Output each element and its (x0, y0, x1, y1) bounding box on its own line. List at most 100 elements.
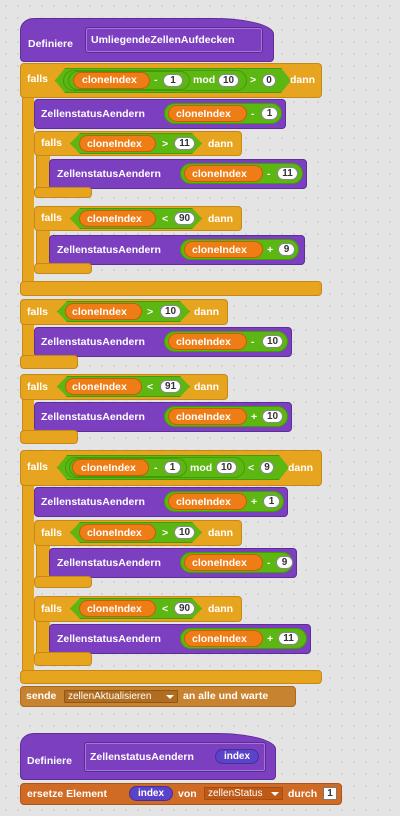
call3-proc: ZellenstatusAendern (41, 411, 145, 423)
call3-n-input[interactable]: 10 (262, 410, 283, 423)
if4a-var: cloneIndex (87, 527, 142, 539)
call1-proc: ZellenstatusAendern (41, 108, 145, 120)
call4a-proc: ZellenstatusAendern (57, 557, 161, 569)
if3-falls: falls (27, 381, 49, 393)
if1-var: cloneIndex (82, 74, 137, 86)
if2-dann: dann (194, 306, 220, 318)
if4a-falls: falls (41, 527, 63, 539)
call1a-proc: ZellenstatusAendern (57, 168, 161, 180)
call3-op: + (251, 411, 258, 423)
call4-n-input[interactable]: 1 (263, 495, 280, 508)
call4a-n-input[interactable]: 9 (276, 556, 293, 569)
if4-n1-input[interactable]: 1 (164, 461, 181, 474)
dropdown-arrow-icon (271, 792, 279, 796)
replace-label: ersetze Element (27, 788, 107, 800)
replace-durch: durch (288, 788, 318, 800)
if2-var: cloneIndex (72, 306, 127, 318)
if4a-op: > (162, 527, 169, 539)
if4b-dann: dann (208, 603, 234, 615)
call4b-proc: ZellenstatusAendern (57, 633, 161, 645)
if1b-var: cloneIndex (87, 213, 142, 225)
if4-bottom (20, 670, 322, 684)
call1b-var: cloneIndex (192, 244, 247, 256)
if4-dann: dann (288, 462, 314, 474)
if1b-n-input[interactable]: 90 (174, 212, 195, 225)
if4a-dann: dann (208, 527, 234, 539)
call1b-proc: ZellenstatusAendern (57, 244, 161, 256)
if3-dann: dann (194, 381, 220, 393)
dropdown-arrow-icon (166, 695, 174, 699)
broadcast-sende: sende (26, 690, 57, 702)
if4b-op: < (162, 603, 169, 615)
if4a-n-input[interactable]: 10 (174, 526, 195, 539)
if4-n3-input[interactable]: 9 (260, 461, 274, 474)
if4-lt: < (248, 462, 255, 474)
call1-var: cloneIndex (176, 108, 231, 120)
define-label: Definiere (28, 38, 73, 50)
if1-bottom (20, 281, 322, 296)
if1-minus: - (154, 74, 158, 86)
if3-arm (22, 397, 34, 431)
if1a-bottom (34, 187, 92, 198)
broadcast-rest: an alle und warte (183, 690, 269, 702)
if1a-falls: falls (41, 137, 63, 149)
if1-arm (22, 96, 34, 284)
call3-var: cloneIndex (176, 411, 231, 423)
call4-proc: ZellenstatusAendern (41, 496, 145, 508)
call1-op: - (251, 108, 255, 120)
if1b-arm (36, 228, 50, 264)
call2-n-input[interactable]: 10 (262, 335, 283, 348)
if4-mod: mod (190, 462, 213, 474)
if2-op: > (147, 306, 154, 318)
if4-var: cloneIndex (81, 462, 136, 474)
if3-bottom (20, 430, 78, 444)
if4b-falls: falls (41, 603, 63, 615)
procedure-name-2: ZellenstatusAendern (90, 751, 194, 763)
call1a-n-input[interactable]: 11 (277, 167, 298, 180)
call2-op: - (251, 336, 255, 348)
call4b-var: cloneIndex (192, 633, 247, 645)
if3-n-input[interactable]: 91 (160, 380, 181, 393)
call1b-n-input[interactable]: 9 (278, 243, 295, 256)
if1-n1-input[interactable]: 1 (163, 74, 183, 87)
if1b-op: < (162, 213, 169, 225)
call1a-op: - (267, 168, 271, 180)
call1a-var: cloneIndex (192, 168, 247, 180)
if4-n2-input[interactable]: 10 (216, 461, 237, 474)
call4-var: cloneIndex (176, 496, 231, 508)
if4a-arm (36, 544, 50, 580)
replace-list-dropdown[interactable]: zellenStatus (204, 787, 283, 800)
if3-op: < (147, 381, 154, 393)
replace-von: von (178, 788, 197, 800)
param-index[interactable]: index (215, 749, 259, 764)
call4b-op: + (267, 633, 274, 645)
if1a-op: > (162, 138, 169, 150)
if1a-arm (36, 152, 50, 188)
call2-var: cloneIndex (176, 336, 231, 348)
if1b-falls: falls (41, 212, 63, 224)
if4b-bottom (34, 652, 92, 666)
if2-bottom (20, 355, 78, 369)
call1-n-input[interactable]: 1 (261, 107, 278, 120)
call4b-n-input[interactable]: 11 (278, 632, 299, 645)
if1-n2-input[interactable]: 10 (218, 74, 239, 87)
if1b-dann: dann (208, 213, 234, 225)
if1-n3-input[interactable]: 0 (262, 74, 276, 87)
broadcast-message-dropdown[interactable]: zellenAktualisieren (64, 690, 178, 703)
if2-falls: falls (27, 306, 49, 318)
if1a-n-input[interactable]: 11 (174, 137, 195, 150)
call4-op: + (251, 496, 258, 508)
if1a-dann: dann (208, 138, 234, 150)
if4a-bottom (34, 576, 92, 588)
if1-gt: > (250, 74, 257, 86)
if4b-var: cloneIndex (87, 603, 142, 615)
call2-proc: ZellenstatusAendern (41, 336, 145, 348)
if1-dann: dann (290, 74, 316, 86)
if4b-n-input[interactable]: 90 (174, 602, 195, 615)
broadcast-message: zellenAktualisieren (68, 691, 152, 702)
replace-value-input[interactable]: 1 (323, 787, 337, 800)
if2-n-input[interactable]: 10 (160, 305, 181, 318)
define-label-2: Definiere (27, 755, 72, 767)
replace-index-reporter[interactable]: index (129, 786, 173, 801)
if2-arm (22, 322, 34, 356)
